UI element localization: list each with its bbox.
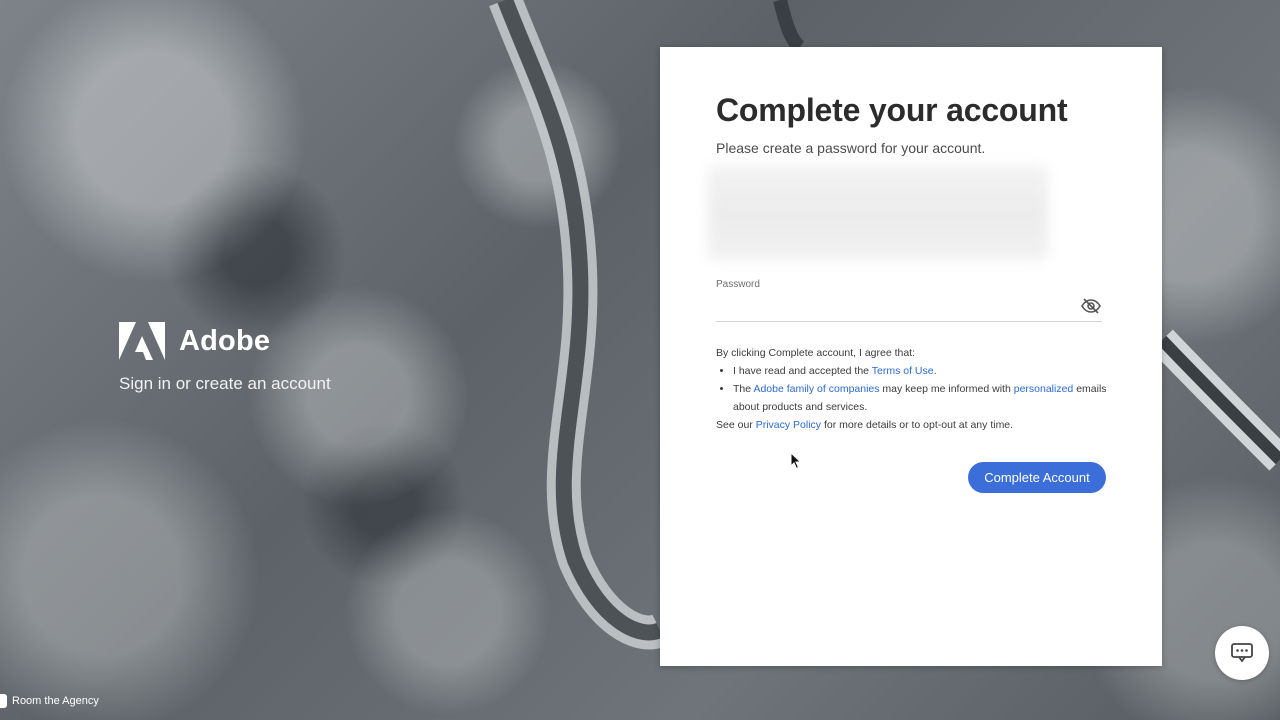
chat-button[interactable] xyxy=(1215,626,1269,680)
watermark-text: Room the Agency xyxy=(12,695,99,707)
eye-off-icon[interactable] xyxy=(1080,295,1102,317)
adobe-logo-icon xyxy=(119,322,165,360)
legal-text-segment: The xyxy=(733,383,754,395)
legal-intro: By clicking Complete account, I agree th… xyxy=(716,347,916,359)
watermark-logo-icon xyxy=(0,694,7,708)
legal-text-segment: I have read and accepted the xyxy=(733,365,872,377)
terms-link[interactable]: Terms of Use xyxy=(872,365,934,377)
password-input[interactable] xyxy=(716,295,1102,322)
account-card: Complete your account Please create a pa… xyxy=(660,47,1162,666)
personalized-link[interactable]: personalized xyxy=(1014,383,1074,395)
complete-account-button[interactable]: Complete Account xyxy=(968,462,1106,493)
mouse-cursor-icon xyxy=(790,452,802,470)
privacy-policy-link[interactable]: Privacy Policy xyxy=(756,419,821,431)
page-title: Complete your account xyxy=(716,92,1068,128)
adobe-family-link[interactable]: Adobe family of companies xyxy=(753,383,879,395)
legal-item-terms: I have read and accepted the Terms of Us… xyxy=(733,362,1116,380)
legal-text-segment: may keep me informed with xyxy=(879,383,1014,395)
redacted-email-area xyxy=(708,165,1048,260)
chat-icon xyxy=(1231,643,1253,663)
legal-text-segment: . xyxy=(933,365,937,377)
brand-name: Adobe xyxy=(179,324,271,357)
legal-item-marketing: The Adobe family of companies may keep m… xyxy=(733,380,1116,416)
legal-text-segment: for more details or to opt-out at any ti… xyxy=(821,419,1014,431)
password-label: Password xyxy=(716,279,760,290)
legal-list: I have read and accepted the Terms of Us… xyxy=(716,362,1116,416)
legal-text: By clicking Complete account, I agree th… xyxy=(716,344,1116,434)
privacy-line: See our Privacy Policy for more details … xyxy=(716,416,1116,434)
page-subtitle: Please create a password for your accoun… xyxy=(716,140,986,156)
brand-tagline: Sign in or create an account xyxy=(119,374,331,393)
brand-block: Adobe Sign in or create an account xyxy=(119,322,331,394)
legal-text-segment: See our xyxy=(716,419,756,431)
watermark: Room the Agency xyxy=(0,694,99,708)
